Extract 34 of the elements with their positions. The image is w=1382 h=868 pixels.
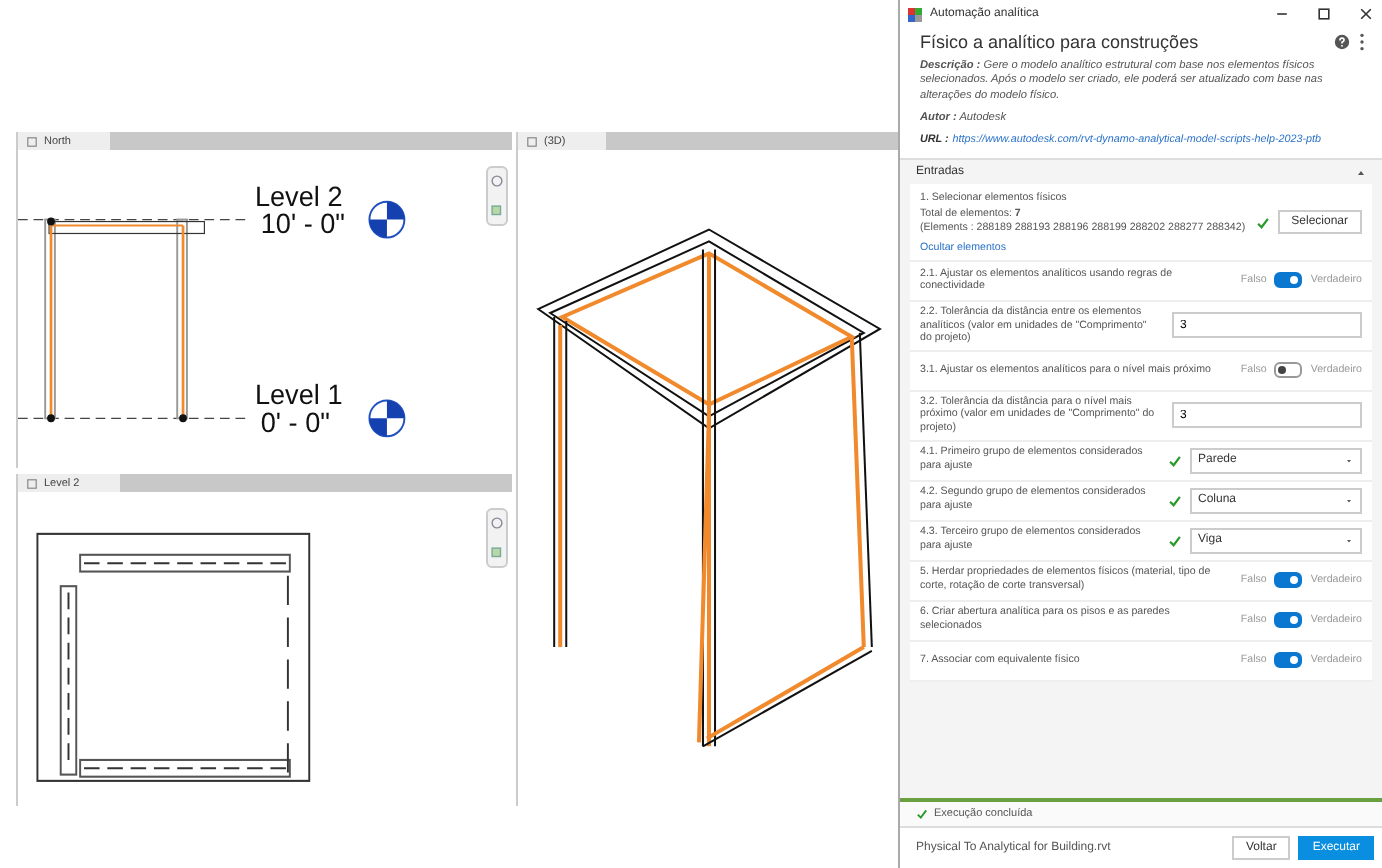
navigation-bar[interactable] [486,508,508,568]
navigation-bar[interactable] [486,166,508,226]
app-icon [908,7,922,21]
close-icon[interactable] [1358,6,1374,22]
view-icon [526,135,538,147]
zoom-wheel-icon[interactable] [490,516,504,530]
check-icon [1168,453,1182,468]
zoom-icon[interactable] [490,546,504,560]
zoom-wheel-icon[interactable] [490,174,504,188]
caret-icon [1344,535,1354,546]
check-icon [1168,493,1182,508]
level-elevation: 0' - 0" [260,407,330,439]
zoom-icon[interactable] [490,204,504,218]
help-icon[interactable] [1334,34,1350,50]
caret-icon [1344,495,1354,506]
level-elevation: 10' - 0" [260,209,346,240]
toggle-switch[interactable] [1274,572,1303,589]
toggle-switch[interactable] [1274,652,1303,669]
check-icon [916,808,928,820]
level-name: Level 1 [254,380,343,411]
toggle-switch[interactable] [1274,362,1303,379]
view-icon [26,135,38,147]
script-title: Físico a analítico para construções [920,32,1201,52]
check-icon [1168,533,1182,548]
level-head-icon [368,200,406,239]
toggle-switch[interactable] [1274,612,1303,629]
view-icon [26,477,38,489]
caret-icon [1344,455,1354,466]
check-icon [1255,215,1270,230]
more-icon[interactable] [1358,32,1366,52]
level-name: Level 2 [254,181,343,212]
maximize-icon[interactable] [1316,6,1332,22]
toggle-switch[interactable] [1274,272,1303,289]
level-head-icon [368,399,406,438]
